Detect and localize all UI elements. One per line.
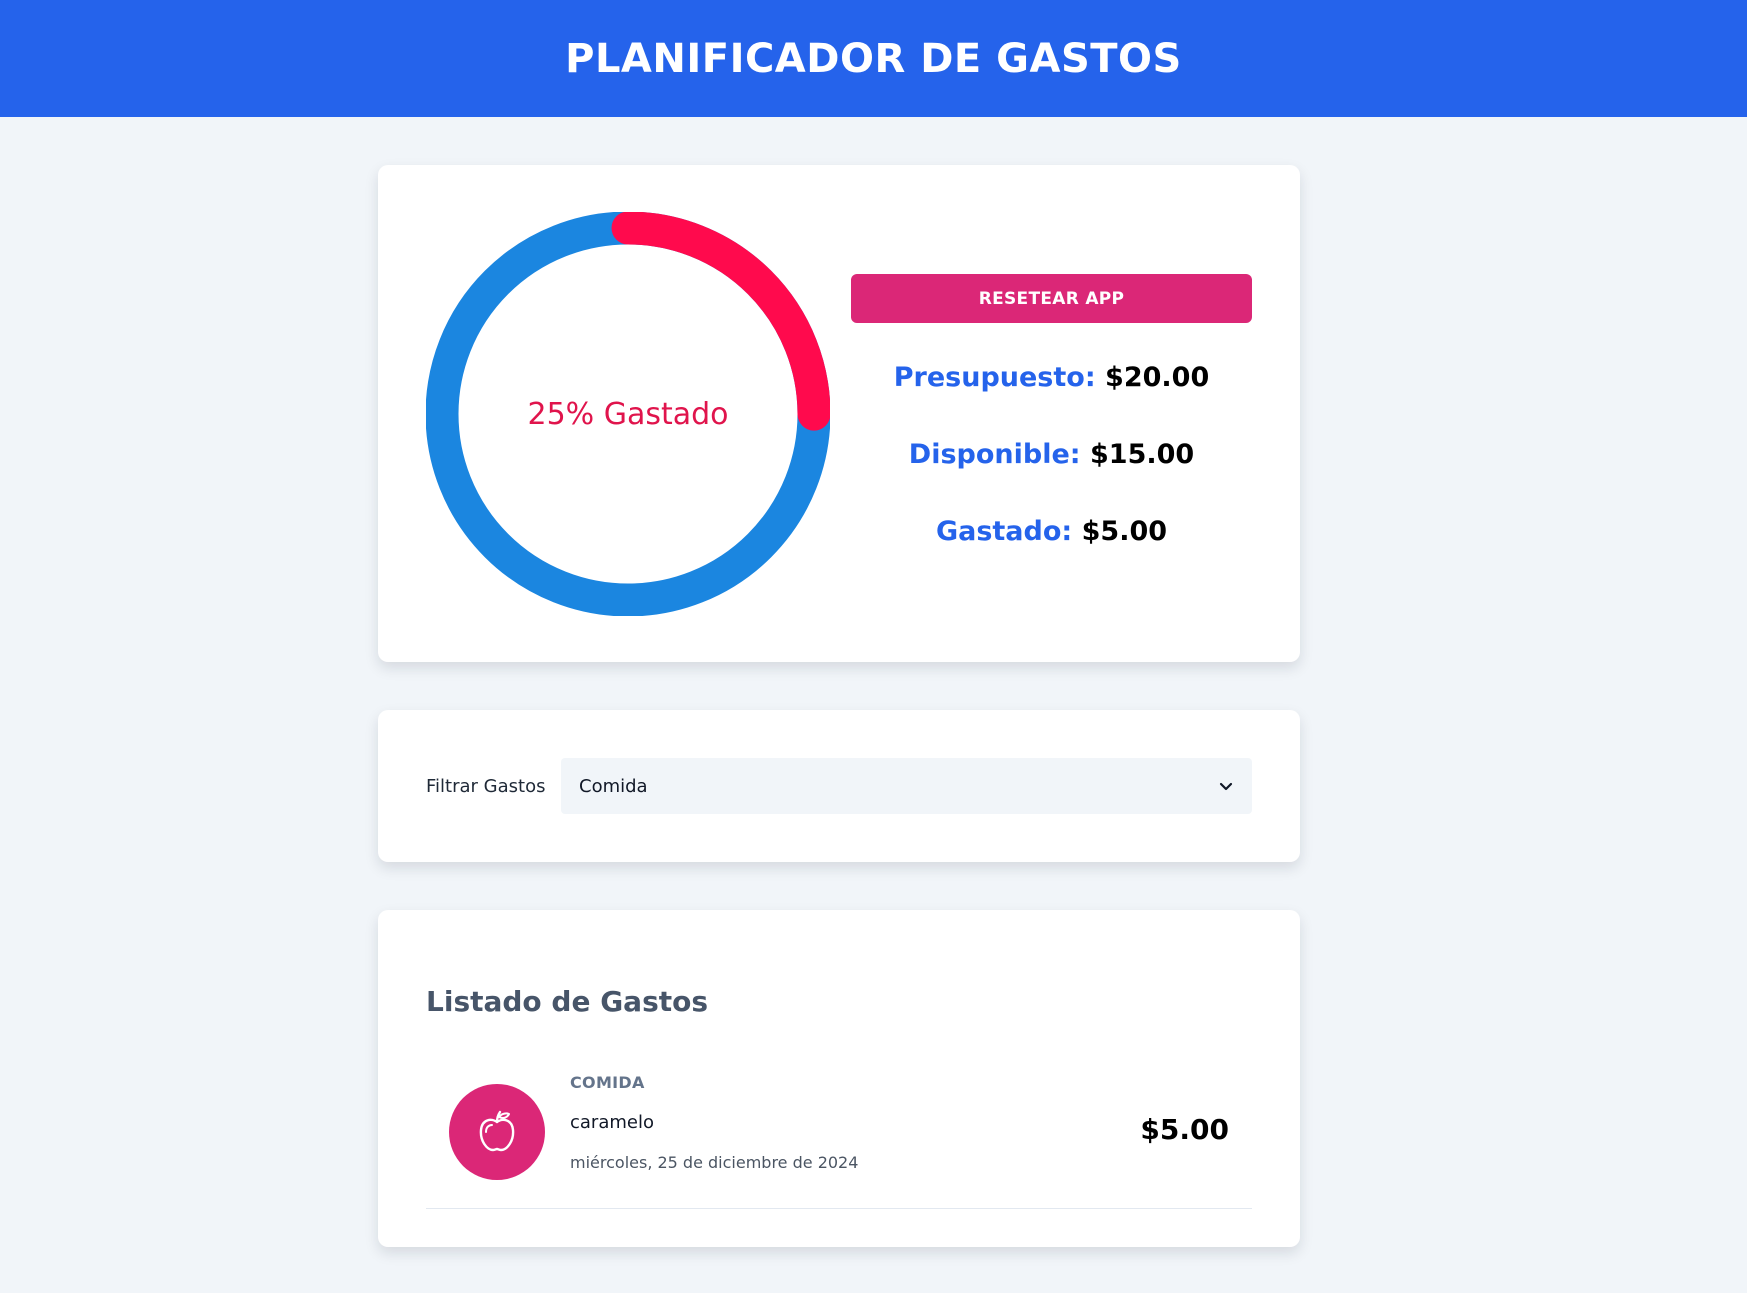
available-stat: Disponible: $15.00 (851, 439, 1252, 470)
app-title: PLANIFICADOR DE GASTOS (565, 35, 1182, 82)
apple-icon (449, 1084, 545, 1180)
expense-date: miércoles, 25 de diciembre de 2024 (570, 1153, 859, 1172)
available-value: $15.00 (1090, 439, 1195, 470)
filter-card: Filtrar Gastos Comida (378, 710, 1300, 862)
budget-stat: Presupuesto: $20.00 (851, 362, 1252, 393)
expense-category: COMIDA (570, 1073, 645, 1092)
filter-label: Filtrar Gastos (426, 776, 546, 797)
reset-app-button[interactable]: RESETEAR APP (851, 274, 1252, 323)
chevron-down-icon (1219, 782, 1233, 791)
expense-amount: $5.00 (1140, 1113, 1229, 1146)
expense-name: caramelo (570, 1112, 654, 1133)
spent-stat: Gastado: $5.00 (851, 516, 1252, 547)
expense-item[interactable]: COMIDA caramelo miércoles, 25 de diciemb… (426, 1060, 1252, 1209)
expense-list-card: Listado de Gastos COMIDA caramelo miérco… (378, 910, 1300, 1247)
spent-value: $5.00 (1081, 516, 1168, 547)
budget-label: Presupuesto: (893, 362, 1096, 393)
progress-ring (426, 212, 830, 616)
expense-list-title: Listado de Gastos (426, 985, 709, 1018)
app-header: PLANIFICADOR DE GASTOS (0, 0, 1747, 117)
budget-card: 25% Gastado RESETEAR APP Presupuesto: $2… (378, 165, 1300, 662)
available-label: Disponible: (908, 439, 1081, 470)
budget-value: $20.00 (1105, 362, 1210, 393)
category-filter-select[interactable]: Comida (561, 758, 1252, 814)
spent-label: Gastado: (935, 516, 1073, 547)
filter-selected-value: Comida (579, 775, 648, 797)
